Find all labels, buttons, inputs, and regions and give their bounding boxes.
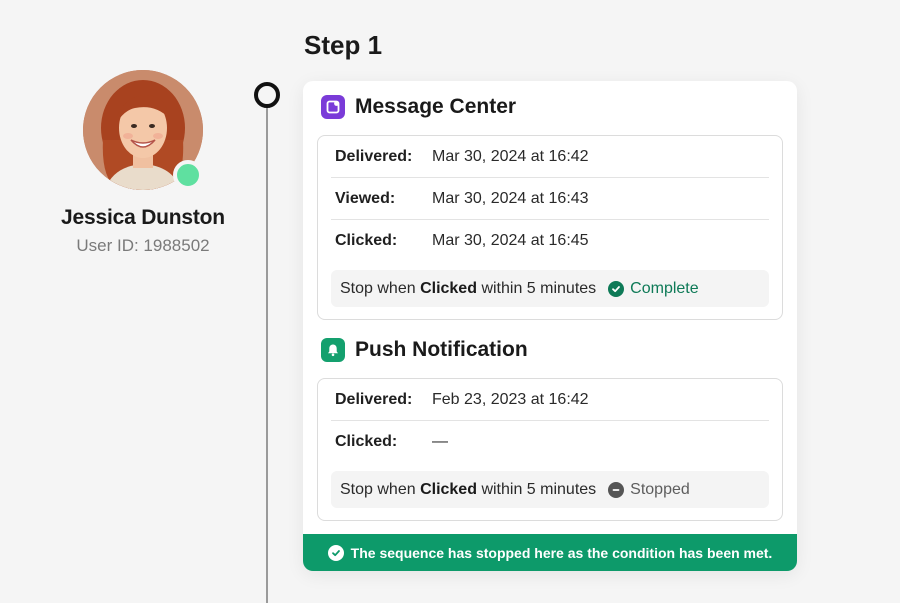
journey-page: Jessica Dunston User ID: 1988502 Step 1 … <box>0 0 900 603</box>
row-label: Clicked: <box>335 433 398 450</box>
step-card: Message Center Delivered: Mar 30, 2024 a… <box>303 81 797 571</box>
timeline-step-node[interactable] <box>254 82 280 108</box>
status-badge: Stopped <box>608 481 690 499</box>
channel-message-center: Message Center Delivered: Mar 30, 2024 a… <box>317 93 783 320</box>
message-center-icon <box>321 95 345 119</box>
detail-row-delivered: Delivered: Mar 30, 2024 at 16:42 <box>331 136 769 178</box>
channel-title: Push Notification <box>355 338 528 361</box>
channel-details: Delivered: Mar 30, 2024 at 16:42 Viewed:… <box>317 135 783 320</box>
detail-row-clicked: Clicked: — <box>331 421 769 463</box>
minus-circle-icon <box>608 481 625 498</box>
stop-condition: Stop when Clicked within 5 minutes Compl… <box>331 270 769 307</box>
row-label: Delivered: <box>335 147 413 165</box>
detail-row-clicked: Clicked: Mar 30, 2024 at 16:45 <box>331 220 769 262</box>
channel-header: Push Notification <box>317 336 783 364</box>
detail-row-viewed: Viewed: Mar 30, 2024 at 16:43 <box>331 178 769 220</box>
detail-row-delivered: Delivered: Feb 23, 2023 at 16:42 <box>331 379 769 421</box>
condition-prefix: Stop when <box>340 480 416 498</box>
user-name: Jessica Dunston <box>61 206 225 229</box>
condition-suffix: within 5 minutes <box>481 279 597 297</box>
timeline-line <box>266 106 268 603</box>
status-badge: Complete <box>608 279 699 298</box>
user-profile: Jessica Dunston User ID: 1988502 <box>40 70 246 256</box>
condition-event: Clicked <box>420 480 477 498</box>
check-circle-icon <box>608 280 625 297</box>
channel-title: Message Center <box>355 95 517 118</box>
row-value: — <box>432 433 448 450</box>
row-value: Mar 30, 2024 at 16:45 <box>432 232 589 249</box>
row-value: Mar 30, 2024 at 16:42 <box>432 147 589 165</box>
online-status-icon <box>173 160 203 190</box>
user-id: User ID: 1988502 <box>76 236 210 255</box>
row-label: Delivered: <box>335 390 413 408</box>
bell-icon <box>321 338 345 362</box>
channel-push-notification: Push Notification Delivered: Feb 23, 202… <box>317 336 783 521</box>
row-value: Mar 30, 2024 at 16:43 <box>432 189 589 207</box>
step-title: Step 1 <box>304 30 383 60</box>
channel-details: Delivered: Feb 23, 2023 at 16:42 Clicked… <box>317 378 783 521</box>
check-circle-icon <box>327 544 344 561</box>
condition-event: Clicked <box>420 279 477 297</box>
avatar-container <box>83 70 203 190</box>
row-label: Viewed: <box>335 189 396 207</box>
status-text: Stopped <box>630 480 690 498</box>
condition-prefix: Stop when <box>340 279 416 297</box>
row-value: Feb 23, 2023 at 16:42 <box>432 390 589 408</box>
condition-suffix: within 5 minutes <box>481 480 597 498</box>
row-label: Clicked: <box>335 232 398 249</box>
status-text: Complete <box>630 279 699 297</box>
banner-text: The sequence has stopped here as the con… <box>350 544 773 561</box>
channel-header: Message Center <box>317 93 783 121</box>
stop-condition: Stop when Clicked within 5 minutes Stopp… <box>331 471 769 508</box>
sequence-stopped-banner: The sequence has stopped here as the con… <box>303 534 797 571</box>
